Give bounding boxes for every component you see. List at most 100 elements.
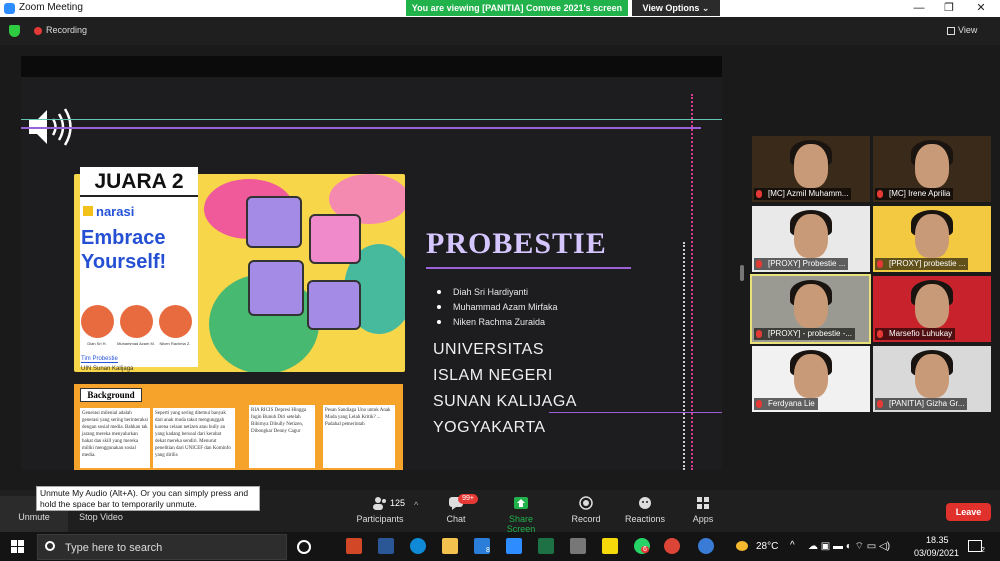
- background-text-col1: Generasi milenial adalah generasi yang s…: [80, 408, 150, 468]
- temperature: 28°C: [756, 541, 779, 552]
- chrome-icon[interactable]: [664, 538, 680, 554]
- member-avatar: [159, 305, 192, 338]
- participant-face: [915, 354, 949, 398]
- task-view-icon[interactable]: [297, 540, 311, 554]
- clock-date[interactable]: 03/09/2021: [914, 548, 959, 558]
- view-options-button[interactable]: View Options ⌄: [632, 0, 720, 16]
- chevron-up-icon[interactable]: ^: [414, 500, 418, 510]
- notification-count: 2: [981, 547, 985, 554]
- member-avatar: [81, 305, 114, 338]
- share-screen-icon: [514, 497, 528, 509]
- search-icon: [45, 541, 55, 551]
- video-tile[interactable]: Ferdyana Lie: [752, 346, 870, 412]
- video-tile[interactable]: [MC] Irene Aprilia: [873, 136, 991, 202]
- calculator-icon[interactable]: [570, 538, 586, 554]
- presentation-slide: JUARA 2 narasi Embrace Yourself! Diah Sr…: [21, 77, 722, 470]
- weather-icon[interactable]: [736, 541, 748, 551]
- participants-icon: [373, 497, 386, 510]
- narasi-logo-text: narasi: [96, 204, 135, 219]
- apps-icon: [697, 497, 709, 509]
- search-placeholder: Type here to search: [65, 542, 163, 554]
- participant-name: [PANITIA] Gizha Gr...: [875, 398, 968, 410]
- share-screen-button[interactable]: Share Screen: [494, 496, 548, 534]
- notifications-icon[interactable]: [968, 540, 982, 552]
- tray-icons[interactable]: ☁ ▣ ▬ ◐ ⌔ ▭ ◁): [808, 540, 890, 553]
- video-tile[interactable]: [PROXY] Probestie ...: [752, 206, 870, 272]
- record-button[interactable]: Record: [568, 496, 604, 524]
- maximize-button[interactable]: ❐: [934, 0, 964, 17]
- sticky-notes-icon[interactable]: [602, 538, 618, 554]
- apps-button[interactable]: Apps: [688, 496, 718, 524]
- tray-chevron-icon[interactable]: ^: [790, 540, 795, 551]
- mail-badge: 8: [486, 547, 490, 554]
- record-label: Record: [571, 514, 601, 524]
- member-avatar: [120, 305, 153, 338]
- video-tile[interactable]: Marsefio Luhukay: [873, 276, 991, 342]
- window-title: Zoom Meeting: [19, 2, 83, 13]
- video-tile[interactable]: [PROXY] probestie ...: [873, 206, 991, 272]
- participant-face: [794, 214, 828, 258]
- bullet-icon: [437, 320, 441, 324]
- participants-label: Participants: [356, 514, 404, 524]
- zoom-window: Zoom Meeting — ❐ ✕ You are viewing [PANI…: [0, 0, 1000, 561]
- windows-start-icon[interactable]: [11, 540, 24, 553]
- illustration-laptop: [307, 280, 361, 330]
- participant-face: [794, 284, 828, 328]
- shield-icon[interactable]: [9, 25, 20, 37]
- mic-muted-icon: [877, 400, 883, 408]
- gallery-view-icon[interactable]: [947, 27, 955, 35]
- gallery-resize-handle[interactable]: [740, 265, 744, 281]
- taskbar-search-input[interactable]: Type here to search: [37, 534, 287, 560]
- participant-face: [915, 284, 949, 328]
- participant-name: [PROXY] probestie ...: [875, 258, 969, 270]
- video-tile[interactable]: [MC] Azmil Muhamm...: [752, 136, 870, 202]
- apps-label: Apps: [692, 514, 714, 524]
- zoom-logo-icon: [4, 3, 15, 14]
- participant-name: Ferdyana Lie: [754, 398, 818, 410]
- narasi-logo-icon: [83, 206, 93, 216]
- recording-label: Recording: [46, 25, 88, 35]
- bullet-icon: [437, 305, 441, 309]
- word-icon[interactable]: [378, 538, 394, 554]
- reactions-icon: [639, 497, 651, 509]
- slide-dotted-line-white: [683, 242, 685, 470]
- zoom-taskbar-icon[interactable]: [506, 538, 522, 554]
- illustration-painting: [309, 214, 361, 264]
- avatar-caption: Diah Sri H.: [87, 341, 107, 346]
- participant-face: [915, 144, 949, 188]
- reactions-button[interactable]: Reactions: [622, 496, 668, 524]
- member-name: Niken Rachma Zuraida: [453, 317, 546, 327]
- illustration-selfie: [246, 196, 302, 248]
- leave-button[interactable]: Leave: [946, 503, 991, 521]
- background-title: Background: [80, 388, 142, 402]
- edge-icon[interactable]: [410, 538, 426, 554]
- powerpoint-icon[interactable]: [346, 538, 362, 554]
- participant-face: [915, 214, 949, 258]
- video-tile[interactable]: [PANITIA] Gizha Gr...: [873, 346, 991, 412]
- slide-divider-teal: [21, 119, 722, 120]
- viewing-banner: You are viewing [PANITIA] Comvee 2021's …: [406, 0, 628, 16]
- minimize-button[interactable]: —: [904, 0, 934, 17]
- mic-icon: [756, 330, 762, 338]
- video-tile-active-speaker[interactable]: [PROXY] - probestie -...: [750, 274, 871, 344]
- mic-muted-icon: [756, 400, 762, 408]
- member-name: Muhammad Azam Mirfaka: [453, 302, 558, 312]
- unmute-tooltip: Unmute My Audio (Alt+A). Or you can simp…: [36, 486, 260, 511]
- close-button[interactable]: ✕: [966, 0, 996, 17]
- heading-underline: [426, 267, 631, 269]
- chevron-down-icon: ⌄: [701, 3, 710, 13]
- view-button[interactable]: View: [958, 25, 977, 35]
- unmute-label: Unmute: [18, 512, 50, 522]
- shared-screen: JUARA 2 narasi Embrace Yourself! Diah Sr…: [21, 56, 722, 470]
- participant-name: [MC] Azmil Muhamm...: [754, 188, 852, 200]
- help-icon[interactable]: [698, 538, 714, 554]
- stop-video-label: Stop Video: [79, 512, 123, 522]
- avatar-caption: Niken Rachma Z.: [159, 341, 191, 346]
- mic-muted-icon: [756, 190, 762, 198]
- file-explorer-icon[interactable]: [442, 538, 458, 554]
- embrace-line-1: Embrace: [81, 227, 166, 249]
- excel-icon[interactable]: [538, 538, 554, 554]
- share-screen-label: Share Screen: [506, 514, 536, 534]
- mic-muted-icon: [877, 190, 883, 198]
- clock-time[interactable]: 18.35: [926, 535, 949, 545]
